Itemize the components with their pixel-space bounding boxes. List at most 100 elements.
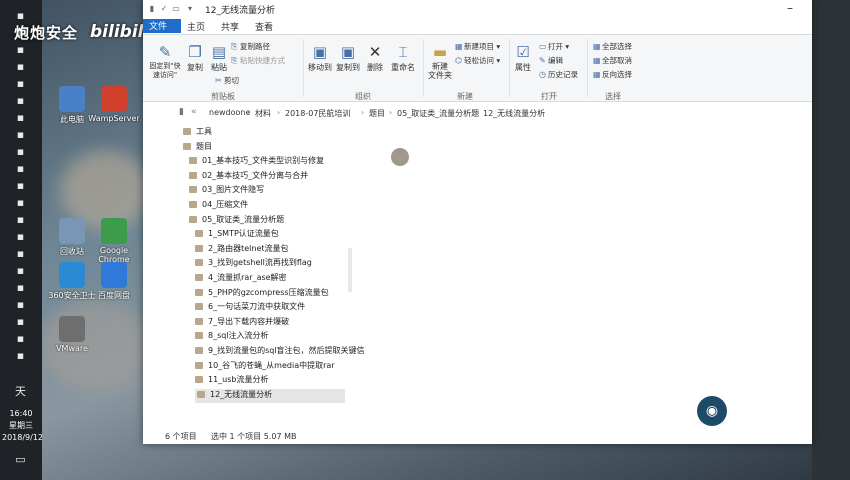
browser-icon[interactable]: ▪ [13,10,28,22]
app-icon[interactable]: ▪ [13,129,28,141]
properties-button[interactable]: ☑ 属性 [513,43,533,73]
tree-item[interactable]: 8_sql注入流分析 [195,330,269,344]
open-button[interactable]: ▭打开 ▾ [539,41,569,52]
select-all-button[interactable]: ▦全部选择 [593,41,632,52]
app-icon[interactable]: ▪ [13,316,28,328]
app-icon[interactable]: ▪ [13,231,28,243]
tree-item[interactable]: 03_图片文件隐写 [189,184,264,198]
copy-path-button[interactable]: ⎘ 复制路径 [231,41,270,52]
tree-item[interactable]: 7_导出下载内容并爆破 [195,316,289,330]
new-folder-icon[interactable]: ▭ [171,4,181,14]
tree-item[interactable]: 05_取证类_流量分析题 [189,214,284,228]
selection-info: 选中 1 个项目 5.07 MB [211,432,297,441]
copy-to-icon: ▣ [340,43,356,61]
copy-to-button[interactable]: ▣ 复制到 [335,43,361,73]
desktop-icon[interactable]: Google Chrome [86,218,142,264]
app-icon[interactable]: ▪ [13,163,28,175]
app-icon[interactable]: ▪ [13,78,28,90]
pin-quick-access-button[interactable]: ✎ 固定到"快速访问" [147,43,183,80]
tree-item-label: 9_找到流量包的sql盲注包，然后提取关键信 [208,346,365,355]
title-bar: ▮ ✓ ▭ ▾ 12_无线流量分析 – [143,0,812,18]
tab-home[interactable]: 主页 [181,20,211,33]
tree-item[interactable]: 题目 [183,141,212,155]
chevron-right-icon: › [361,108,365,117]
app-icon[interactable]: ▪ [13,333,28,345]
history-button[interactable]: ◷ 历史记录 [539,69,578,80]
folder-icon: ▮ [179,107,184,117]
breadcrumb-item[interactable]: 材料 [255,108,271,119]
tree-item[interactable]: 9_找到流量包的sql盲注包，然后提取关键信 [195,345,365,359]
app-icon[interactable]: ▪ [13,61,28,73]
properties-icon[interactable]: ✓ [159,4,169,14]
app-icon[interactable]: ▪ [13,350,28,362]
tree-item[interactable]: 10_谷飞的苍蝇_从media中提取rar [195,360,335,374]
select-none-button[interactable]: ▦全部取消 [593,55,632,66]
minimize-button[interactable]: – [780,1,800,16]
folder-icon [189,171,197,179]
cut-button[interactable]: ✂ 剪切 [215,75,239,86]
tab-file[interactable]: 文件 [143,19,181,33]
app-icon[interactable]: ▪ [13,112,28,124]
breadcrumb-item[interactable]: 05_取证类_流量分析题 [397,108,479,119]
folder-icon [183,128,191,135]
app-icon[interactable]: ▪ [13,265,28,277]
tree-item[interactable]: 04_压缩文件 [189,199,248,213]
tree-item[interactable]: 1_SMTP认证流量包 [195,228,279,242]
folder-icon [189,215,197,223]
breadcrumb-item[interactable]: 2018-07民航培训 [285,108,350,119]
folder-icon [195,274,203,281]
group-open-label: 打开 [541,92,557,101]
app-icon[interactable]: ▪ [13,180,28,192]
tree-item[interactable]: 02_基本技巧_文件分离与合并 [189,170,308,184]
scrollbar[interactable] [348,248,352,292]
app-icon[interactable]: ▪ [13,248,28,260]
tree-item[interactable]: 6_一句话菜刀流中获取文件 [195,301,305,315]
chevron-right-icon: › [475,108,479,117]
tree-item[interactable]: 工具 [183,126,212,140]
paste-shortcut-button[interactable]: ⎘ 粘贴快捷方式 [231,55,285,66]
tree-item[interactable]: 11_usb流量分析 [195,374,269,388]
folder-icon [195,288,203,296]
desktop-icon[interactable]: VMware [44,316,100,353]
tab-view[interactable]: 查看 [249,20,279,33]
desktop-icon[interactable]: 百度网盘 [86,262,142,301]
tree-item[interactable]: 2_路由器telnet流量包 [195,243,289,257]
open-icon: ▭ [539,42,547,51]
edit-button[interactable]: ✎ 编辑 [539,55,563,66]
tree-item[interactable]: 01_基本技巧_文件类型识别与修复 [189,155,324,169]
paste-button[interactable]: ▤ 粘贴 [209,43,229,73]
tree-item[interactable]: 3_找到getshell流再找到flag [195,257,312,271]
app-icon[interactable]: ▪ [13,44,28,56]
move-to-button[interactable]: ▣ 移动到 [307,43,333,73]
rename-button[interactable]: ⌶ 重命名 [389,43,417,73]
breadcrumb-item[interactable]: newdoone [209,108,250,117]
system-clock[interactable]: 16:40 星期三 2018/9/12 [2,408,43,444]
breadcrumb-item[interactable]: 题目 [369,108,385,119]
app-icon [101,218,127,244]
chevron-down-icon[interactable]: ▾ [185,4,195,14]
copy-button[interactable]: ❐ 复制 [185,43,205,73]
app-icon[interactable]: ▪ [13,146,28,158]
app-icon[interactable]: ▪ [13,299,28,311]
app-icon[interactable]: ▪ [13,214,28,226]
folder-icon [195,259,203,267]
tree-item[interactable]: 4_流量抓rar_ase解密 [195,272,287,286]
address-bar[interactable]: ▮ « newdoone › 材料 › 2018-07民航培训 › 题目 › 05_取证类_流量… [179,104,799,122]
tree-item[interactable]: 12_无线流量分析 [195,388,345,403]
tab-share[interactable]: 共享 [215,20,245,33]
tree-item[interactable]: 5_PHP的gzcompress压缩流量包 [195,287,329,301]
breadcrumb-item[interactable]: 12_无线流量分析 [483,108,545,119]
app-icon[interactable]: ▪ [13,197,28,209]
invert-selection-button[interactable]: ▦反向选择 [593,69,632,80]
delete-button[interactable]: ✕ 删除 [365,43,385,73]
new-item-button[interactable]: ▦新建项目 ▾ [455,41,500,52]
easy-access-button[interactable]: ⌬ 轻松访问 ▾ [455,55,500,66]
tree-item-label: 3_找到getshell流再找到flag [208,258,312,268]
notification-icon[interactable]: ▭ [13,454,28,466]
move-to-icon: ▣ [312,43,328,61]
app-icon[interactable]: ▪ [13,95,28,107]
app-icon[interactable]: ▪ [13,282,28,294]
desktop-icon[interactable]: WampServer [86,86,142,123]
tray-language[interactable]: 天 [13,386,28,398]
new-folder-button[interactable]: ▬ 新建 文件夹 [427,43,453,80]
